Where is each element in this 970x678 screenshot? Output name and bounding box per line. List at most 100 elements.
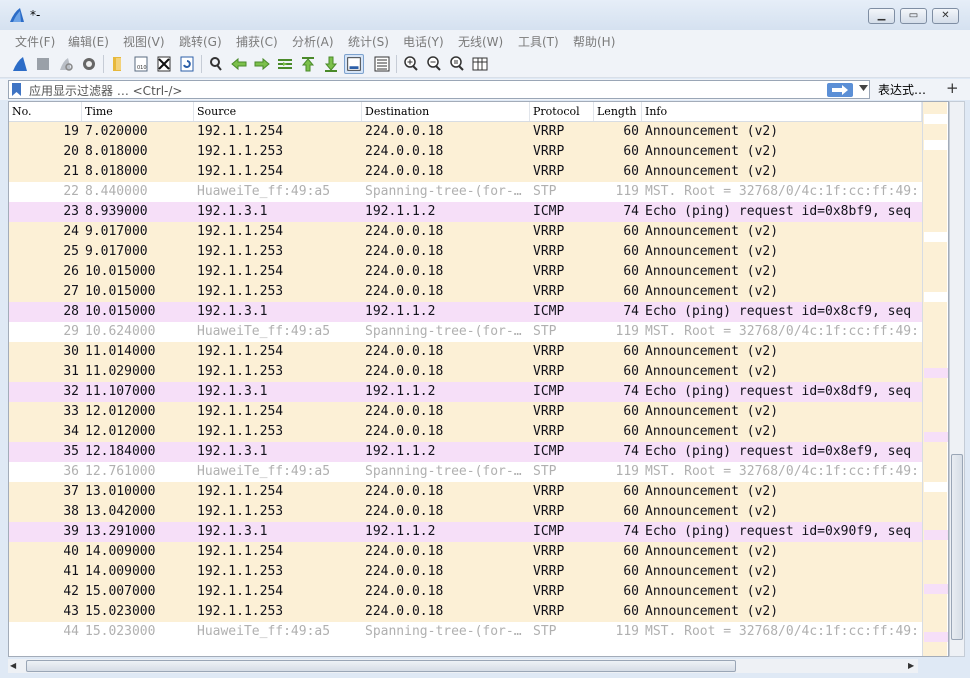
find-packet-icon[interactable] — [206, 54, 226, 74]
menu-capture[interactable]: 捕获(C) — [236, 33, 278, 50]
menu-view[interactable]: 视图(V) — [123, 33, 165, 50]
packet-row[interactable]: 29 10.624000 HuaweiTe_ff:49:a5 Spanning-tre… — [9, 322, 922, 342]
packet-no: 41 — [63, 564, 79, 579]
packet-row[interactable]: 22 8.440000 HuaweiTe_ff:49:a5 Spanning-tree… — [9, 182, 922, 202]
packet-source: 192.1.1.254 — [197, 164, 284, 179]
packet-row[interactable]: 40 14.009000 192.1.1.254 224.0.0.18 VRRP 60 An… — [9, 542, 922, 562]
horizontal-scrollbar[interactable]: ◀ ▶ — [8, 659, 918, 673]
packet-list[interactable]: No. Time Source Destination Protocol Len… — [8, 101, 949, 657]
packet-row[interactable]: 43 15.023000 192.1.1.253 224.0.0.18 VRRP 60 An… — [9, 602, 922, 622]
horizontal-scroll-thumb[interactable] — [26, 660, 736, 672]
packet-row[interactable]: 33 12.012000 192.1.1.254 224.0.0.18 VRRP 60 An… — [9, 402, 922, 422]
packet-row[interactable]: 32 11.107000 192.1.3.1 192.1.1.2 ICMP 74 Echo … — [9, 382, 922, 402]
restart-capture-icon[interactable] — [56, 54, 76, 74]
close-button[interactable]: ✕ — [932, 8, 959, 24]
menu-wireless[interactable]: 无线(W) — [458, 33, 503, 50]
packet-row[interactable]: 21 8.018000 192.1.1.254 224.0.0.18 VRRP 60 Ann… — [9, 162, 922, 182]
packet-row[interactable]: 41 14.009000 192.1.1.253 224.0.0.18 VRRP 60 An… — [9, 562, 922, 582]
menu-tools[interactable]: 工具(T) — [518, 33, 559, 50]
packet-row[interactable]: 34 12.012000 192.1.1.253 224.0.0.18 VRRP 60 An… — [9, 422, 922, 442]
packet-row[interactable]: 27 10.015000 192.1.1.253 224.0.0.18 VRRP 60 An… — [9, 282, 922, 302]
packet-row[interactable]: 36 12.761000 HuaweiTe_ff:49:a5 Spanning-tre… — [9, 462, 922, 482]
display-filter-input[interactable]: 应用显示过滤器 … <Ctrl-/> — [8, 80, 870, 99]
minimap-marker — [924, 292, 948, 302]
packet-no: 20 — [63, 144, 79, 159]
packet-row[interactable]: 24 9.017000 192.1.1.254 224.0.0.18 VRRP 60 Ann… — [9, 222, 922, 242]
open-file-icon[interactable] — [108, 54, 128, 74]
packet-no: 28 — [63, 304, 79, 319]
packet-row[interactable]: 44 15.023000 HuaweiTe_ff:49:a5 Spanning-tre… — [9, 622, 922, 642]
menu-help[interactable]: 帮助(H) — [573, 33, 615, 50]
column-header-destination[interactable]: Destination — [362, 102, 530, 121]
menu-analyze[interactable]: 分析(A) — [292, 33, 334, 50]
close-file-icon[interactable] — [154, 54, 174, 74]
vertical-scroll-thumb[interactable] — [951, 454, 963, 640]
vertical-scrollbar[interactable] — [949, 101, 965, 657]
packet-time: 9.017000 — [85, 224, 148, 239]
zoom-out-icon[interactable] — [424, 54, 444, 74]
packet-no: 40 — [63, 544, 79, 559]
packet-row[interactable]: 19 7.020000 192.1.1.254 224.0.0.18 VRRP 60 Ann… — [9, 122, 922, 142]
go-first-icon[interactable] — [298, 54, 318, 74]
packet-source: HuaweiTe_ff:49:a5 — [197, 184, 331, 199]
packet-source: 192.1.1.254 — [197, 224, 284, 239]
packet-row[interactable]: 20 8.018000 192.1.1.253 224.0.0.18 VRRP 60 Ann… — [9, 142, 922, 162]
column-header-protocol[interactable]: Protocol — [530, 102, 594, 121]
scroll-right-icon[interactable]: ▶ — [908, 661, 914, 670]
packet-row[interactable]: 31 11.029000 192.1.1.253 224.0.0.18 VRRP 60 An… — [9, 362, 922, 382]
toolbar-separator — [396, 55, 397, 73]
shark-fin-start-icon[interactable] — [10, 54, 30, 74]
bookmark-icon[interactable] — [12, 83, 21, 96]
packet-row[interactable]: 42 15.007000 192.1.1.254 224.0.0.18 VRRP 60 An… — [9, 582, 922, 602]
packet-protocol: VRRP — [533, 604, 565, 619]
packet-row[interactable]: 35 12.184000 192.1.3.1 192.1.1.2 ICMP 74 Echo … — [9, 442, 922, 462]
packet-minimap[interactable] — [922, 102, 948, 656]
go-back-icon[interactable] — [229, 54, 249, 74]
packet-source: 192.1.3.1 — [197, 444, 268, 459]
colorize-icon[interactable] — [372, 54, 392, 74]
packet-info: MST. Root = 32768/0/4c:1f:cc:ff:49: — [645, 184, 919, 199]
apply-filter-button[interactable] — [827, 83, 853, 97]
packet-time: 7.020000 — [85, 124, 148, 139]
menu-file[interactable]: 文件(F) — [15, 33, 55, 50]
restore-button[interactable]: ▭ — [900, 8, 927, 24]
packet-time: 10.015000 — [85, 284, 156, 299]
menu-telephony[interactable]: 电话(Y) — [403, 33, 444, 50]
column-header-no[interactable]: No. — [9, 102, 82, 121]
go-last-icon[interactable] — [321, 54, 341, 74]
packet-row[interactable]: 38 13.042000 192.1.1.253 224.0.0.18 VRRP 60 An… — [9, 502, 922, 522]
menu-edit[interactable]: 编辑(E) — [68, 33, 109, 50]
menu-go[interactable]: 跳转(G) — [179, 33, 222, 50]
menu-statistics[interactable]: 统计(S) — [348, 33, 389, 50]
resize-columns-icon[interactable] — [470, 54, 490, 74]
reload-file-icon[interactable] — [177, 54, 197, 74]
packet-row[interactable]: 26 10.015000 192.1.1.254 224.0.0.18 VRRP 60 An… — [9, 262, 922, 282]
packet-protocol: VRRP — [533, 584, 565, 599]
packet-protocol: VRRP — [533, 404, 565, 419]
packet-row[interactable]: 39 13.291000 192.1.3.1 192.1.1.2 ICMP 74 Echo … — [9, 522, 922, 542]
expression-button[interactable]: 表达式… — [878, 81, 926, 98]
zoom-normal-icon[interactable] — [447, 54, 467, 74]
column-header-length[interactable]: Length — [594, 102, 642, 121]
go-forward-icon[interactable] — [252, 54, 272, 74]
column-header-time[interactable]: Time — [82, 102, 194, 121]
column-header-info[interactable]: Info — [642, 102, 922, 121]
scroll-left-icon[interactable]: ◀ — [10, 661, 16, 670]
packet-row[interactable]: 25 9.017000 192.1.1.253 224.0.0.18 VRRP 60 Ann… — [9, 242, 922, 262]
capture-options-icon[interactable] — [79, 54, 99, 74]
add-filter-button[interactable]: + — [946, 79, 959, 97]
packet-row[interactable]: 37 13.010000 192.1.1.254 224.0.0.18 VRRP 60 An… — [9, 482, 922, 502]
stop-capture-icon[interactable] — [33, 54, 53, 74]
packet-row[interactable]: 23 8.939000 192.1.3.1 192.1.1.2 ICMP 74 Echo (… — [9, 202, 922, 222]
auto-scroll-icon[interactable] — [344, 54, 364, 74]
packet-time: 8.018000 — [85, 164, 148, 179]
packet-row[interactable]: 28 10.015000 192.1.3.1 192.1.1.2 ICMP 74 Echo … — [9, 302, 922, 322]
filter-history-dropdown[interactable] — [857, 81, 869, 98]
go-to-packet-icon[interactable] — [275, 54, 295, 74]
zoom-in-icon[interactable] — [401, 54, 421, 74]
column-header-source[interactable]: Source — [194, 102, 362, 121]
packet-info: Echo (ping) request id=0x8cf9, seq — [645, 304, 912, 319]
minimize-button[interactable]: ▁ — [868, 8, 895, 24]
packet-row[interactable]: 30 11.014000 192.1.1.254 224.0.0.18 VRRP 60 An… — [9, 342, 922, 362]
save-file-icon[interactable]: 010 — [131, 54, 151, 74]
